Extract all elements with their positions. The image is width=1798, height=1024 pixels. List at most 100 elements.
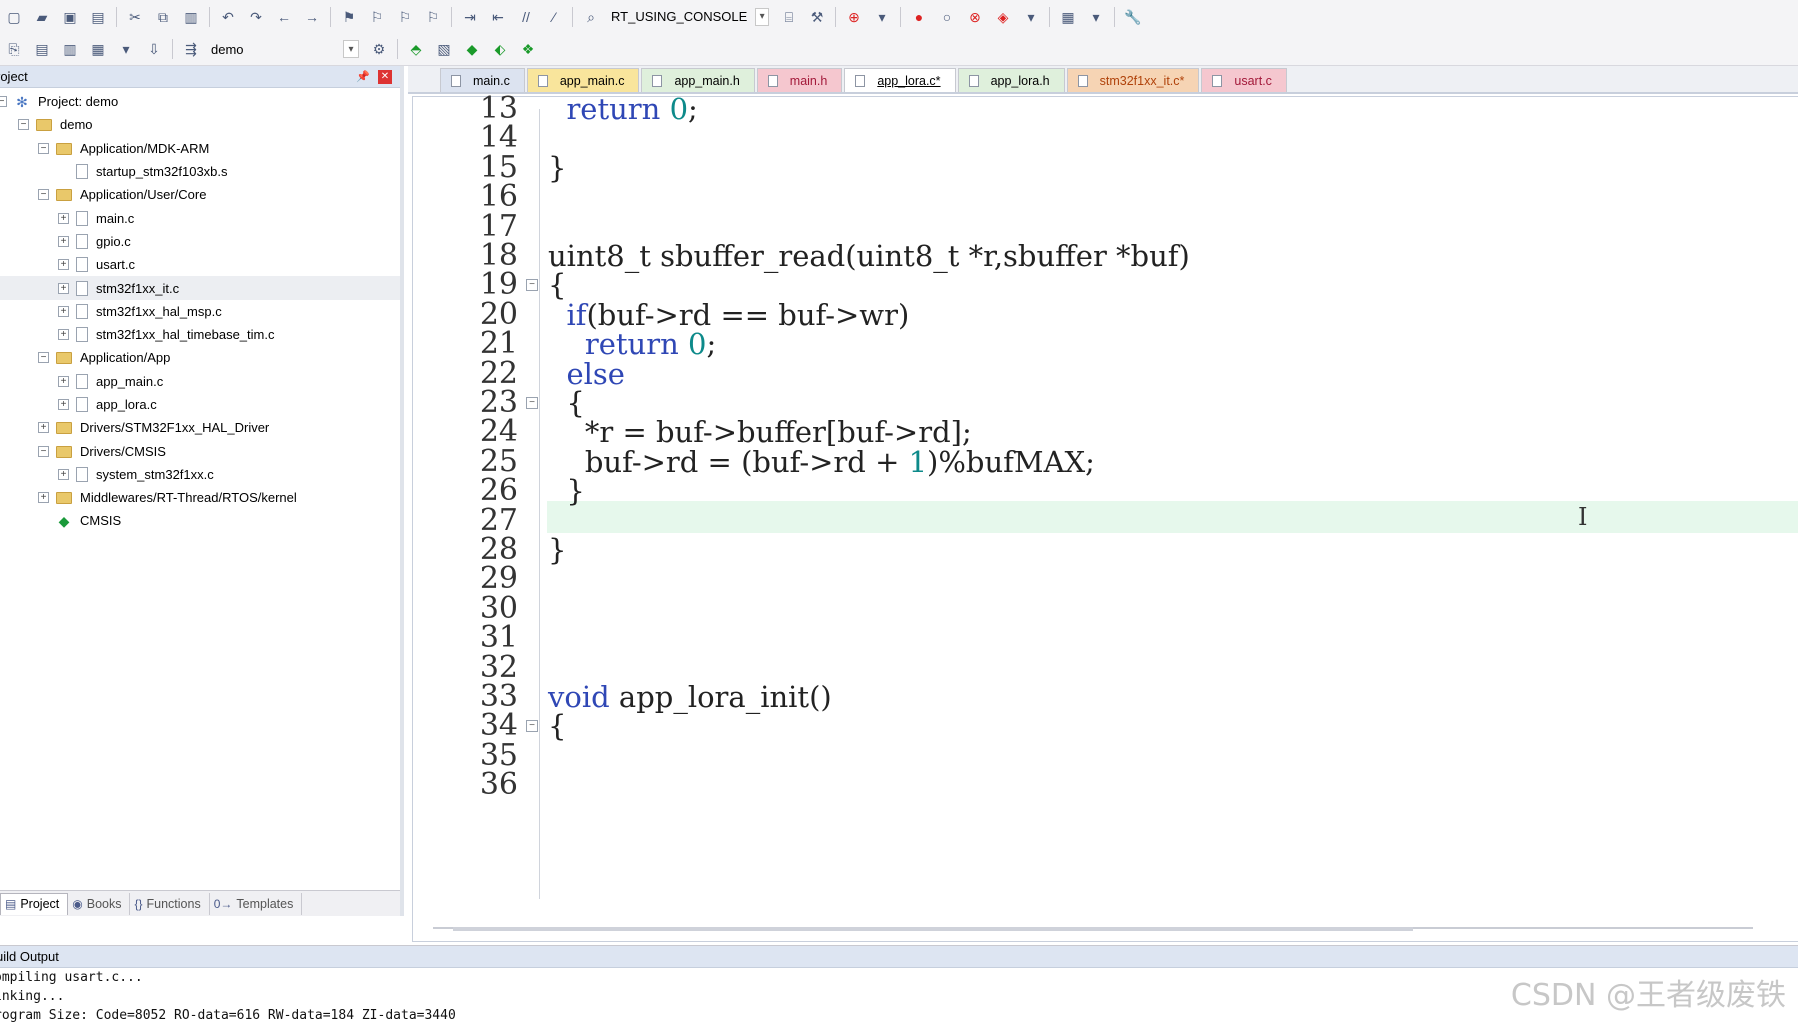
breakpoint-all-icon[interactable]: ◈ (992, 6, 1014, 28)
target-options-icon[interactable]: ⚙ (368, 38, 390, 60)
code-line[interactable]: buf->rd = (buf->rd + 1)%bufMAX; (548, 445, 1095, 479)
fold-toggle-icon[interactable]: − (526, 397, 538, 409)
tree-node[interactable]: + app_lora.c (0, 393, 400, 416)
download-icon[interactable]: ⇩ (143, 38, 165, 60)
tree-node[interactable]: + gpio.c (0, 230, 400, 253)
collapse-icon[interactable]: − (18, 119, 29, 131)
collapse-icon[interactable]: − (0, 96, 7, 108)
file-extensions-icon[interactable]: ▧ (433, 38, 455, 60)
tree-node[interactable]: + main.c (0, 206, 400, 229)
editor-tab[interactable]: app_lora.h (957, 68, 1065, 92)
nav-back-icon[interactable]: ← (273, 6, 295, 28)
code-line[interactable]: } (548, 151, 566, 185)
editor-tab[interactable]: main.c (440, 68, 525, 92)
expand-icon[interactable]: + (38, 422, 49, 434)
editor-tab[interactable]: usart.c (1201, 68, 1287, 92)
bookmark-next-icon[interactable]: ⚐ (394, 6, 416, 28)
editor-tab[interactable]: stm32f1xx_it.c* (1066, 68, 1200, 92)
fold-toggle-icon[interactable]: − (526, 720, 538, 733)
chevron-down-icon[interactable]: ▾ (115, 38, 137, 60)
save-icon[interactable]: ▣ (59, 6, 81, 28)
code-line[interactable]: { (548, 709, 566, 743)
editor-tab[interactable]: app_main.h (641, 68, 755, 92)
bookmark-clear-icon[interactable]: ⚐ (422, 6, 444, 28)
tree-node[interactable]: − Application/User/Core (0, 183, 400, 206)
comment-icon[interactable]: // (515, 6, 537, 28)
bookmark-icon[interactable]: ⚑ (338, 6, 360, 28)
copy-icon[interactable]: ⧉ (152, 6, 174, 28)
uncomment-icon[interactable]: ⁄ (543, 6, 565, 28)
expand-icon[interactable]: + (38, 492, 49, 504)
run-time-env-icon[interactable]: ◆ (461, 38, 483, 60)
collapse-icon[interactable]: − (38, 445, 49, 457)
tree-node[interactable]: + Drivers/STM32F1xx_HAL_Driver (0, 416, 400, 439)
editor-tab[interactable]: app_main.c (526, 68, 640, 92)
open-file-icon[interactable]: ▰ (31, 6, 53, 28)
indent-icon[interactable]: ⇥ (459, 6, 481, 28)
collapse-icon[interactable]: − (38, 142, 49, 154)
breakpoint-icon[interactable]: ● (908, 6, 930, 28)
close-icon[interactable]: ✕ (378, 69, 392, 84)
code-editor[interactable]: 13 14 15 16 17 18 19−20 21 22 23−24 25 26 27 28 29 30 31… (412, 92, 1798, 942)
panel-tab-functions[interactable]: {} Functions (130, 892, 210, 915)
manage-components-icon[interactable]: ⬘ (405, 38, 427, 60)
code-line[interactable]: } (548, 533, 566, 567)
rebuild-icon[interactable]: ▥ (59, 38, 81, 60)
batch-build-icon[interactable]: ▦ (87, 38, 109, 60)
code-line[interactable]: void app_lora_init() (548, 680, 832, 714)
translate-icon[interactable]: ⎘ (3, 38, 25, 60)
config-wrench-icon[interactable]: 🔧 (1122, 6, 1144, 28)
chevron-down-icon[interactable]: ▾ (343, 40, 359, 58)
collapse-icon[interactable]: − (38, 352, 49, 364)
new-file-icon[interactable]: ▢ (3, 6, 25, 28)
tree-node[interactable]: + Middlewares/RT-Thread/RTOS/kernel (0, 486, 400, 509)
tree-node[interactable]: + stm32f1xx_it.c (0, 276, 400, 300)
load-icon[interactable]: ⇶ (180, 38, 202, 60)
redo-icon[interactable]: ↷ (245, 6, 267, 28)
nav-forward-icon[interactable]: → (301, 6, 323, 28)
window-layout-icon[interactable]: ▦ (1057, 6, 1079, 28)
expand-icon[interactable]: + (58, 235, 69, 247)
expand-icon[interactable]: + (58, 375, 69, 387)
debug-icon[interactable]: ⊕ (843, 6, 865, 28)
select-packs-icon[interactable]: ❖ (517, 38, 539, 60)
tree-node[interactable]: − Application/MDK-ARM (0, 137, 400, 160)
tree-node[interactable]: + app_main.c (0, 370, 400, 393)
tree-node[interactable]: startup_stm32f103xb.s (0, 160, 400, 183)
replace-icon[interactable]: ⚒ (806, 6, 828, 28)
code-line[interactable]: } (548, 474, 584, 508)
bookmark-prev-icon[interactable]: ⚐ (366, 6, 388, 28)
breakpoint-disable-icon[interactable]: ○ (936, 6, 958, 28)
cut-icon[interactable]: ✂ (124, 6, 146, 28)
expand-icon[interactable]: + (58, 282, 69, 294)
chevron-down-icon[interactable]: ▾ (1085, 6, 1107, 28)
chevron-down-icon[interactable]: ▾ (1020, 6, 1042, 28)
expand-icon[interactable]: + (58, 329, 69, 341)
expand-icon[interactable]: + (58, 468, 69, 480)
code-line[interactable]: uint8_t sbuffer_read(uint8_t *r,sbuffer … (548, 239, 1190, 273)
expand-icon[interactable]: + (58, 305, 69, 317)
tree-node[interactable]: + stm32f1xx_hal_timebase_tim.c (0, 323, 400, 346)
tree-node[interactable]: − demo (0, 113, 400, 136)
expand-icon[interactable]: + (58, 212, 69, 224)
tree-node[interactable]: − Drivers/CMSIS (0, 439, 400, 462)
tree-node[interactable]: − Application/App (0, 346, 400, 369)
tree-node[interactable]: + usart.c (0, 253, 400, 276)
paste-icon[interactable]: ▥ (180, 6, 202, 28)
editor-tab[interactable]: main.h (756, 68, 843, 92)
breakpoint-kill-icon[interactable]: ⊗ (964, 6, 986, 28)
code-line[interactable]: return 0; (548, 92, 697, 126)
save-all-icon[interactable]: ▤ (87, 6, 109, 28)
find-in-files-icon[interactable]: ⌕ (580, 6, 602, 28)
expand-icon[interactable]: + (58, 399, 69, 410)
tree-node[interactable]: + system_stm32f1xx.c (0, 463, 400, 486)
unindent-icon[interactable]: ⇤ (487, 6, 509, 28)
undo-icon[interactable]: ↶ (217, 6, 239, 28)
collapse-icon[interactable]: − (38, 189, 49, 201)
panel-tab-templates[interactable]: 0→ Templates (210, 892, 303, 915)
pin-icon[interactable]: 📌 (356, 70, 370, 83)
pack-installer-icon[interactable]: ⬖ (489, 38, 511, 60)
horizontal-scrollbar-thumb[interactable] (453, 927, 1413, 931)
fold-toggle-icon[interactable]: − (526, 279, 538, 292)
chevron-down-icon[interactable]: ▾ (871, 6, 893, 28)
